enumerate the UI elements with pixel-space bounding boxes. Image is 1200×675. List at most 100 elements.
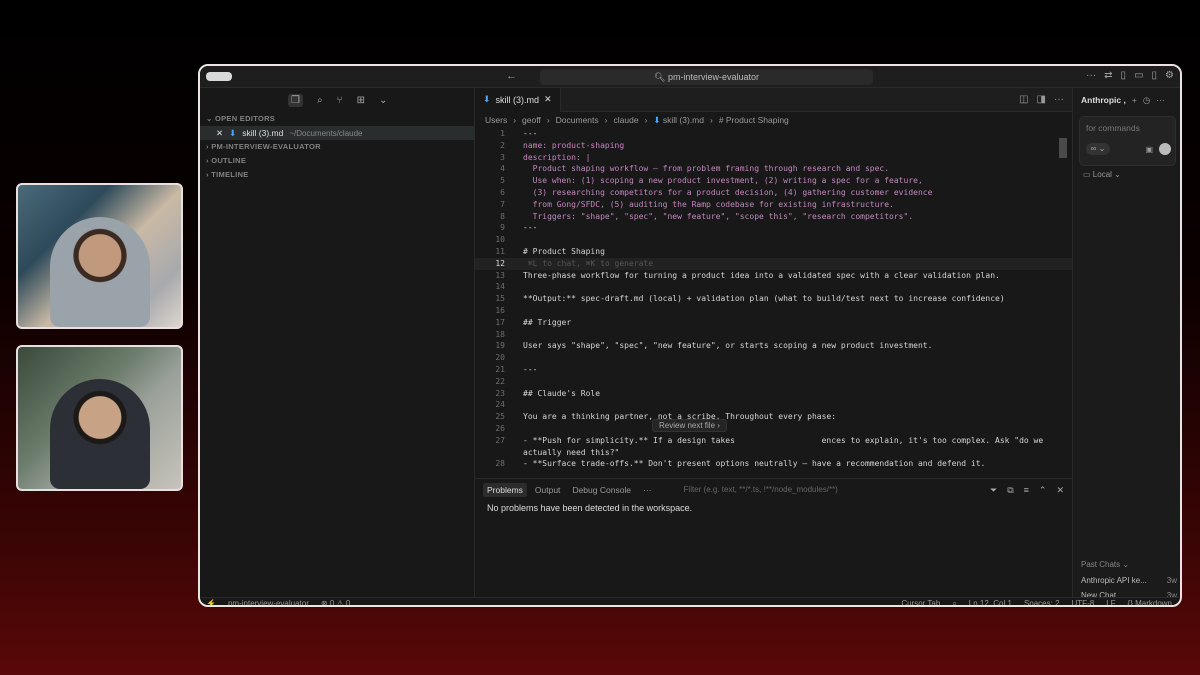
code-line[interactable]: 12 ⌘L to chat, ⌘K to generate: [475, 257, 1072, 270]
code-line[interactable]: 18: [475, 329, 1072, 341]
local-mode-selector[interactable]: ▭ Local ⌄: [1073, 170, 1180, 179]
breadcrumb-item[interactable]: ⬇ skill (3).md: [653, 115, 704, 126]
review-next-file-button[interactable]: Review next file ›: [652, 419, 727, 432]
past-chat-item[interactable]: Anthropic API ke... 3w: [1081, 576, 1177, 585]
close-icon[interactable]: ✕: [1056, 485, 1064, 496]
editor-scrollbar[interactable]: [1059, 138, 1067, 158]
toggle-secondary-sidebar-icon[interactable]: ▯: [1152, 70, 1158, 81]
code-line[interactable]: 1 ---: [475, 128, 1072, 140]
code-line[interactable]: 19 User says "shape", "spec", "new featur…: [475, 340, 1072, 352]
image-icon[interactable]: ▣: [1145, 145, 1153, 154]
section-outline[interactable]: › OUTLINE: [200, 154, 474, 168]
code-line[interactable]: 9 ---: [475, 222, 1072, 234]
sync-icon[interactable]: ⇄: [1104, 70, 1112, 81]
chevron-up-icon[interactable]: ⌃: [1039, 485, 1047, 496]
source-control-icon[interactable]: ⑂: [337, 95, 343, 106]
breadcrumb-item[interactable]: Documents: [556, 115, 599, 125]
code-line[interactable]: 20: [475, 352, 1072, 364]
code-line[interactable]: 7 from Gong/SFDC, (5) auditing the Ramp …: [475, 199, 1072, 211]
toggle-panel-icon[interactable]: ▭: [1134, 70, 1143, 81]
collapse-all-icon[interactable]: ⧉: [1007, 485, 1013, 496]
more-actions-icon[interactable]: ···: [1054, 94, 1064, 105]
code-line[interactable]: 24: [475, 399, 1072, 411]
code-line[interactable]: 10: [475, 234, 1072, 246]
breadcrumb-item[interactable]: Users: [485, 115, 507, 125]
code-text: ## Claude's Role: [523, 388, 601, 398]
code-line[interactable]: 26: [475, 423, 1072, 435]
code-line[interactable]: 6 (3) researching competitors for a prod…: [475, 187, 1072, 199]
section-timeline[interactable]: › TIMELINE: [200, 168, 474, 182]
status-cursor-tab[interactable]: Cursor Tab: [901, 599, 940, 606]
breadcrumb-item[interactable]: geoff: [522, 115, 541, 125]
chat-input[interactable]: for commands ∞ ⌄ ▣: [1079, 116, 1176, 166]
editor-actions: ◫ ◨ ···: [1019, 94, 1072, 105]
filter-icon[interactable]: ⏷: [990, 485, 997, 496]
close-icon[interactable]: ✕: [216, 128, 223, 139]
code-line[interactable]: 8 Triggers: "shape", "spec", "new featur…: [475, 211, 1072, 223]
code-line[interactable]: 21 ---: [475, 364, 1072, 376]
code-line[interactable]: actually need this?": [475, 447, 1072, 459]
past-chats-heading[interactable]: Past Chats ⌄: [1081, 560, 1129, 569]
status-position[interactable]: Ln 12, Col 1: [969, 599, 1012, 606]
open-preview-icon[interactable]: ◫: [1019, 94, 1028, 105]
code-editor[interactable]: 1 --- 2 name: product-shaping 3 description: …: [475, 128, 1072, 470]
line-number: 15: [495, 294, 505, 304]
status-spaces[interactable]: Spaces: 2: [1024, 599, 1060, 606]
status-encoding[interactable]: UTF-8: [1072, 599, 1095, 606]
more-icon[interactable]: ···: [1156, 95, 1165, 105]
past-chat-time: 3w: [1166, 576, 1177, 585]
command-center-search[interactable]: 🔍︎ pm-interview-evaluator: [540, 69, 873, 85]
panel-menu-icon[interactable]: ≡: [1024, 485, 1029, 496]
code-text: Product shaping workflow — from problem …: [523, 164, 890, 174]
gear-icon[interactable]: ⚙: [1165, 70, 1174, 81]
split-editor-icon[interactable]: ◨: [1037, 94, 1046, 105]
breadcrumb-item[interactable]: # Product Shaping: [719, 115, 789, 125]
code-line[interactable]: 13 Three-phase workflow for turning a pro…: [475, 270, 1072, 282]
status-eol[interactable]: LF: [1106, 599, 1115, 606]
code-line[interactable]: 28 - **Surface trade-offs.** Don't presen…: [475, 458, 1072, 470]
code-line[interactable]: 14: [475, 281, 1072, 293]
section-open-editors[interactable]: ⌄ OPEN EDITORS: [200, 112, 474, 126]
code-line[interactable]: 25 You are a thinking partner, not a scri…: [475, 411, 1072, 423]
code-line[interactable]: 5 Use when: (1) scoping a new product in…: [475, 175, 1072, 187]
files-icon[interactable]: ❐: [288, 93, 303, 107]
code-line[interactable]: 3 description: |: [475, 152, 1072, 164]
history-icon[interactable]: ◷: [1143, 95, 1150, 106]
code-line[interactable]: 16: [475, 305, 1072, 317]
code-line[interactable]: 22: [475, 376, 1072, 388]
remote-icon[interactable]: ⚡: [206, 599, 216, 605]
zoom-icon[interactable]: ⌕: [952, 599, 956, 606]
window-toggle[interactable]: [206, 72, 232, 81]
code-line[interactable]: 17 ## Trigger: [475, 317, 1072, 329]
tab-problems[interactable]: Problems: [483, 483, 527, 497]
close-icon[interactable]: ✕: [544, 94, 552, 105]
tab-debug-console[interactable]: Debug Console: [568, 483, 635, 497]
code-line[interactable]: 27 - **Push for simplicity.** If a design…: [475, 435, 1072, 447]
section-project[interactable]: › PM-INTERVIEW-EVALUATOR: [200, 140, 474, 154]
breadcrumb-item[interactable]: claude: [614, 115, 639, 125]
status-language[interactable]: {} Markdown: [1128, 599, 1172, 606]
code-line[interactable]: 4 Product shaping workflow — from proble…: [475, 163, 1072, 175]
plus-icon[interactable]: +: [1132, 95, 1137, 105]
arrow-left-icon[interactable]: ←: [506, 70, 517, 82]
chat-title[interactable]: Anthropic ,: [1081, 95, 1126, 105]
microphone-icon[interactable]: [1159, 143, 1171, 155]
more-icon[interactable]: ···: [1086, 70, 1096, 81]
infinity-mode-button[interactable]: ∞ ⌄: [1086, 143, 1110, 155]
chevron-down-icon[interactable]: ⌄: [379, 95, 387, 106]
tab-output[interactable]: Output: [531, 483, 565, 497]
search-icon[interactable]: ⌕: [317, 95, 323, 106]
code-line[interactable]: 23 ## Claude's Role: [475, 388, 1072, 400]
code-line[interactable]: 15 **Output:** spec-draft.md (local) + va…: [475, 293, 1072, 305]
code-text: ---: [523, 129, 538, 138]
status-problems[interactable]: ⊗ 0 ⚠ 0: [321, 599, 350, 605]
code-line[interactable]: 2 name: product-shaping: [475, 140, 1072, 152]
tab-more[interactable]: ···: [639, 483, 656, 497]
status-project[interactable]: pm-interview-evaluator: [228, 599, 309, 605]
extensions-icon[interactable]: ⊞: [357, 95, 365, 106]
tab-skill-md[interactable]: ⬇ skill (3).md ✕: [475, 87, 561, 112]
open-editor-item[interactable]: ✕ ⬇ skill (3).md ~/Documents/claude: [200, 126, 474, 140]
problems-filter-input[interactable]: Filter (e.g. text, **/*.ts, !**/node_mod…: [680, 483, 920, 497]
toggle-sidebar-icon[interactable]: ▯: [1121, 70, 1127, 81]
code-line[interactable]: 11 # Product Shaping: [475, 246, 1072, 258]
